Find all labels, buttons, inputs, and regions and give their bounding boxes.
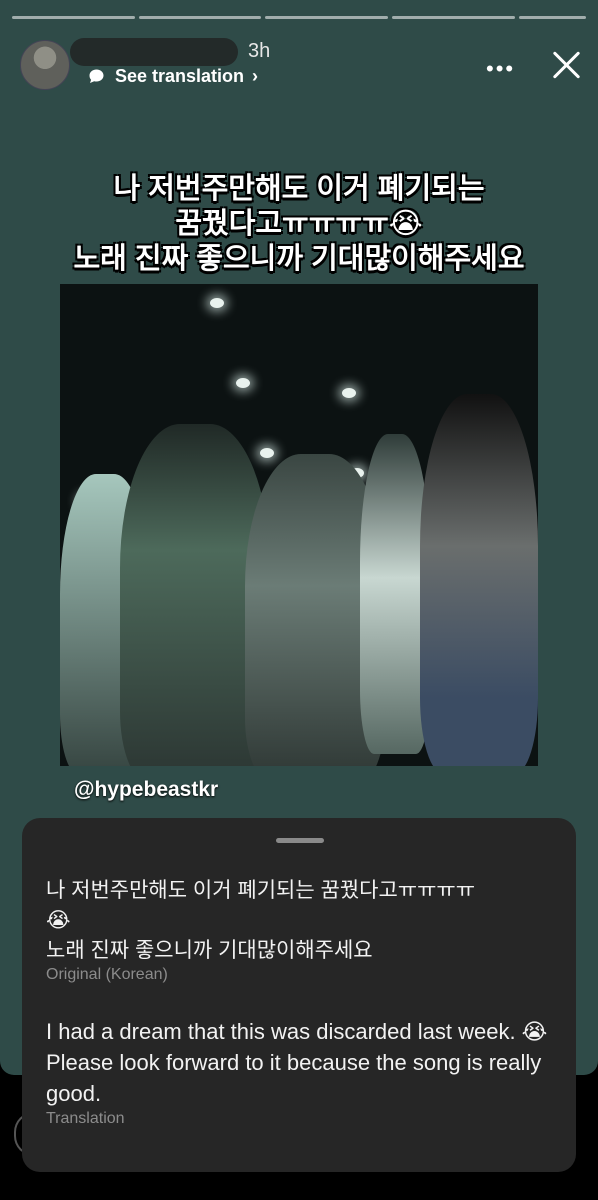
caption-line: 노래 진짜 좋으니까 기대많이해주세요 [73,243,525,275]
original-line: 😭 [46,909,71,932]
chevron-right-icon: › [252,66,259,86]
story-time: 3h [248,40,271,62]
translated-text: I had a dream that this was discarded la… [46,1019,548,1106]
more-options-icon[interactable]: ••• [486,56,515,82]
caption-line: 나 저번주만해도 이거 폐기되는 [113,173,485,205]
sheet-grab-handle[interactable] [276,838,324,843]
story-progress-bar [12,16,587,19]
progress-segment [391,16,515,19]
speech-bubble-icon [88,68,105,85]
original-text: 나 저번주만해도 이거 폐기되는 꿈꿨다고ㅠㅠㅠㅠ 😭 노래 진짜 좋으니까 기… [46,876,556,966]
translation-label: Translation [46,1110,125,1127]
close-icon[interactable] [548,46,586,84]
progress-segment [12,16,135,19]
avatar[interactable] [20,40,70,90]
original-line: 나 저번주만해도 이거 폐기되는 꿈꿨다고ㅠㅠㅠㅠ [46,879,476,902]
caption-line: 꿈꿨다고ㅠㅠㅠㅠ😭 [175,208,423,240]
original-line: 노래 진짜 좋으니까 기대많이해주세요 [46,939,373,962]
see-translation-button[interactable]: See translation › [88,66,258,87]
translation-sheet[interactable]: 나 저번주만해도 이거 폐기되는 꿈꿨다고ㅠㅠㅠㅠ 😭 노래 진짜 좋으니까 기… [22,818,576,1172]
progress-segment [138,16,262,19]
story-photo [60,284,538,766]
photo-credit: @hypebeastkr [74,778,219,801]
original-language-label: Original (Korean) [46,966,168,983]
username-redacted[interactable] [70,38,238,66]
progress-segment [265,16,388,19]
see-translation-label: See translation [115,66,245,86]
story-caption: 나 저번주만해도 이거 폐기되는 꿈꿨다고ㅠㅠㅠㅠ😭 노래 진짜 좋으니까 기대… [40,172,558,277]
progress-segment [518,16,587,19]
